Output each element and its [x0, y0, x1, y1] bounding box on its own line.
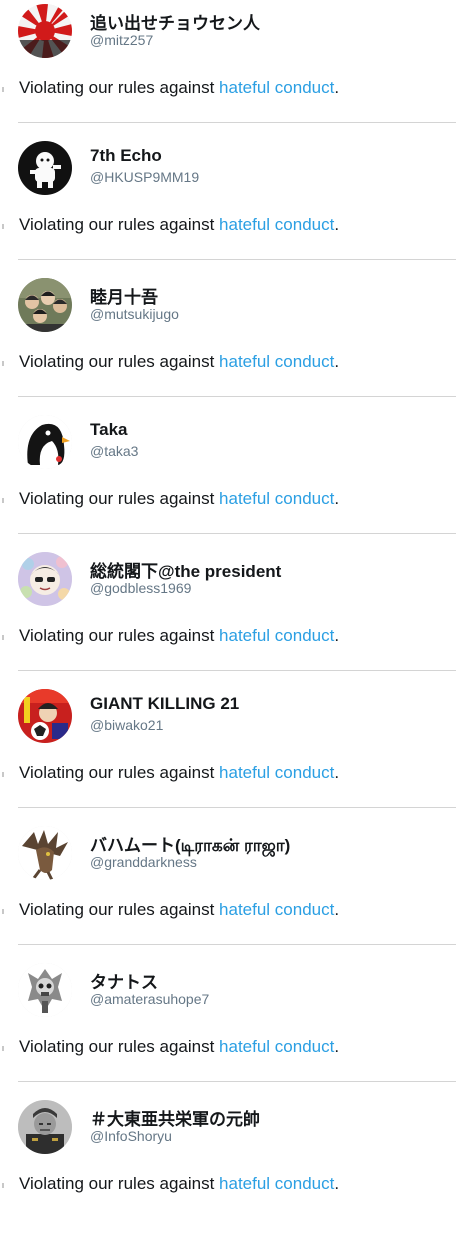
bullet-mark — [2, 87, 4, 92]
suspension-notice: Violating our rules against hateful cond… — [0, 763, 476, 785]
notice-text: Violating our rules against — [19, 78, 220, 97]
hateful-conduct-link[interactable]: hateful conduct — [219, 352, 334, 371]
bullet-mark — [2, 909, 4, 914]
account-entry: タナトス @amaterasuhope7 Violating our rules… — [0, 959, 476, 1096]
bullet-mark — [2, 498, 4, 503]
divider — [18, 670, 456, 671]
bullet-mark — [2, 1046, 4, 1051]
notice-period: . — [334, 1174, 340, 1193]
military-portrait-avatar-icon[interactable] — [18, 1100, 72, 1154]
account-handle[interactable]: @biwako21 — [90, 717, 163, 733]
account-handle[interactable]: @InfoShoryu — [90, 1128, 172, 1144]
account-header[interactable]: 追い出せチョウセン人 @mitz257 — [18, 4, 458, 64]
account-header[interactable]: 7th Echo @HKUSP9MM19 — [18, 141, 458, 201]
hateful-conduct-link[interactable]: hateful conduct — [219, 1037, 334, 1056]
suspended-accounts-list: 追い出せチョウセン人 @mitz257 Violating our rules … — [0, 0, 476, 1233]
account-name[interactable]: ＃大東亜共栄軍の元帥 — [90, 1105, 260, 1130]
cartoon-figure-avatar-icon[interactable] — [18, 141, 72, 195]
bullet-mark — [2, 224, 4, 229]
account-handle[interactable]: @granddarkness — [90, 854, 197, 870]
notice-period: . — [334, 215, 340, 234]
notice-period: . — [334, 900, 340, 919]
account-header[interactable]: Taka @taka3 — [18, 415, 458, 475]
notice-period: . — [334, 1037, 340, 1056]
notice-text: Violating our rules against — [19, 763, 220, 782]
notice-text: Violating our rules against — [19, 626, 220, 645]
notice-text: Violating our rules against — [19, 1174, 220, 1193]
account-entry: ＃大東亜共栄軍の元帥 @InfoShoryu Violating our rul… — [0, 1096, 476, 1233]
penguin-avatar-icon[interactable] — [18, 415, 72, 469]
account-name[interactable]: 7th Echo — [90, 146, 162, 166]
suspension-notice: Violating our rules against hateful cond… — [0, 1174, 476, 1196]
account-header[interactable]: ＃大東亜共栄軍の元帥 @InfoShoryu — [18, 1100, 458, 1160]
bullet-mark — [2, 772, 4, 777]
account-header[interactable]: 睦月十吾 @mutsukijugo — [18, 278, 458, 338]
suspension-notice: Violating our rules against hateful cond… — [0, 489, 476, 511]
dragon-avatar-icon[interactable] — [18, 826, 72, 880]
account-name[interactable]: Taka — [90, 420, 128, 440]
account-name[interactable]: 睦月十吾 — [90, 283, 158, 308]
suspension-notice: Violating our rules against hateful cond… — [0, 1037, 476, 1059]
bullet-mark — [2, 361, 4, 366]
notice-text: Violating our rules against — [19, 900, 220, 919]
notice-text: Violating our rules against — [19, 215, 220, 234]
divider — [18, 396, 456, 397]
bullet-mark — [2, 635, 4, 640]
notice-text: Violating our rules against — [19, 489, 220, 508]
account-entry: バハムート(டிராகன் ராஜா) @granddarkness Viola… — [0, 822, 476, 959]
hateful-conduct-link[interactable]: hateful conduct — [219, 626, 334, 645]
account-header[interactable]: GIANT KILLING 21 @biwako21 — [18, 689, 458, 749]
divider — [18, 533, 456, 534]
manga-cover-avatar-icon[interactable] — [18, 689, 72, 743]
notice-period: . — [334, 352, 340, 371]
account-handle[interactable]: @mutsukijugo — [90, 306, 179, 322]
illustrated-face-avatar-icon[interactable] — [18, 552, 72, 606]
suspension-notice: Violating our rules against hateful cond… — [0, 352, 476, 374]
account-handle[interactable]: @godbless1969 — [90, 580, 191, 596]
account-header[interactable]: 総統閣下@the president @godbless1969 — [18, 552, 458, 612]
account-header[interactable]: タナトス @amaterasuhope7 — [18, 963, 458, 1023]
suspension-notice: Violating our rules against hateful cond… — [0, 215, 476, 237]
account-entry: 総統閣下@the president @godbless1969 Violati… — [0, 548, 476, 685]
account-entry: GIANT KILLING 21 @biwako21 Violating our… — [0, 685, 476, 822]
hateful-conduct-link[interactable]: hateful conduct — [219, 900, 334, 919]
account-entry: 睦月十吾 @mutsukijugo Violating our rules ag… — [0, 274, 476, 411]
notice-text: Violating our rules against — [19, 352, 220, 371]
account-entry: Taka @taka3 Violating our rules against … — [0, 411, 476, 548]
notice-text: Violating our rules against — [19, 1037, 220, 1056]
suspension-notice: Violating our rules against hateful cond… — [0, 900, 476, 922]
account-header[interactable]: バハムート(டிராகன் ராஜா) @granddarkness — [18, 826, 458, 886]
divider — [18, 259, 456, 260]
hateful-conduct-link[interactable]: hateful conduct — [219, 78, 334, 97]
account-name[interactable]: 総統閣下@the president — [90, 557, 281, 582]
suspension-notice: Violating our rules against hateful cond… — [0, 626, 476, 648]
account-handle[interactable]: @mitz257 — [90, 32, 153, 48]
account-name[interactable]: タナトス — [90, 968, 158, 993]
hateful-conduct-link[interactable]: hateful conduct — [219, 1174, 334, 1193]
account-handle[interactable]: @taka3 — [90, 443, 138, 459]
hateful-conduct-link[interactable]: hateful conduct — [219, 763, 334, 782]
account-entry: 追い出せチョウセン人 @mitz257 Violating our rules … — [0, 0, 476, 137]
notice-period: . — [334, 78, 340, 97]
account-handle[interactable]: @amaterasuhope7 — [90, 991, 209, 1007]
divider — [18, 1081, 456, 1082]
suspension-notice: Violating our rules against hateful cond… — [0, 78, 476, 100]
bullet-mark — [2, 1183, 4, 1188]
account-name[interactable]: GIANT KILLING 21 — [90, 694, 239, 714]
divider — [18, 122, 456, 123]
notice-period: . — [334, 489, 340, 508]
account-name[interactable]: 追い出せチョウセン人 — [90, 9, 260, 34]
hateful-conduct-link[interactable]: hateful conduct — [219, 489, 334, 508]
divider — [18, 807, 456, 808]
skull-emblem-avatar-icon[interactable] — [18, 963, 72, 1017]
rising-sun-flag-avatar-icon[interactable] — [18, 4, 72, 58]
account-entry: 7th Echo @HKUSP9MM19 Violating our rules… — [0, 137, 476, 274]
hateful-conduct-link[interactable]: hateful conduct — [219, 215, 334, 234]
notice-period: . — [334, 763, 340, 782]
group-photo-avatar-icon[interactable] — [18, 278, 72, 332]
divider — [18, 944, 456, 945]
notice-period: . — [334, 626, 340, 645]
account-handle[interactable]: @HKUSP9MM19 — [90, 169, 199, 185]
